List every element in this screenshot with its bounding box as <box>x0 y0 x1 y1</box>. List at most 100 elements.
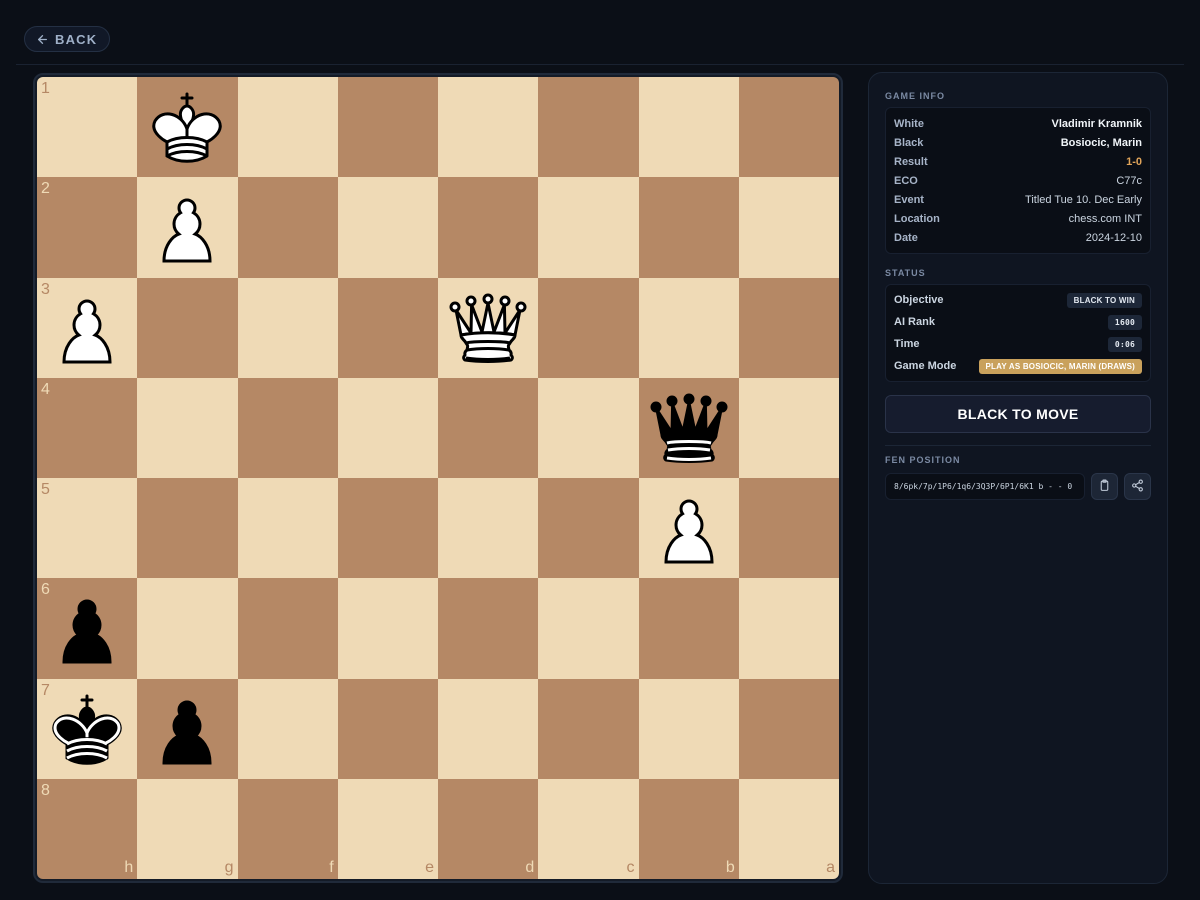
square-b2[interactable] <box>638 177 739 278</box>
fen-title: FEN POSITION <box>885 455 961 465</box>
square-b6[interactable] <box>638 578 739 679</box>
square-g6[interactable] <box>137 578 238 679</box>
fen-field[interactable]: 8/6pk/7p/1P6/1q6/3Q3P/6P1/6K1 b - - 0 <box>885 473 1086 500</box>
square-g7[interactable] <box>137 678 238 779</box>
black-pawn-icon[interactable] <box>142 684 232 774</box>
status-title: STATUS <box>885 268 926 278</box>
square-d3[interactable] <box>438 277 539 378</box>
square-c8[interactable]: c <box>538 778 639 879</box>
square-d1[interactable] <box>438 77 539 178</box>
square-e5[interactable] <box>337 478 438 579</box>
white-queen-icon[interactable] <box>443 283 533 373</box>
square-a2[interactable] <box>738 177 839 278</box>
rank-label: 7 <box>41 681 50 699</box>
white-pawn-icon[interactable] <box>644 483 734 573</box>
copy-fen-button[interactable] <box>1091 473 1119 500</box>
square-f5[interactable] <box>237 478 338 579</box>
square-f4[interactable] <box>237 377 338 478</box>
game-mode-label: Game Mode <box>894 360 957 372</box>
square-g3[interactable] <box>137 277 238 378</box>
square-a3[interactable] <box>738 277 839 378</box>
square-g5[interactable] <box>137 478 238 579</box>
square-a5[interactable] <box>738 478 839 579</box>
back-button[interactable]: BACK <box>24 26 111 52</box>
square-d8[interactable]: d <box>438 778 539 879</box>
white-pawn-icon[interactable] <box>142 182 232 272</box>
square-b7[interactable] <box>638 678 739 779</box>
square-c7[interactable] <box>538 678 639 779</box>
square-f6[interactable] <box>237 578 338 679</box>
square-h4[interactable]: 4 <box>37 377 138 478</box>
black-king-icon[interactable] <box>42 684 132 774</box>
square-g4[interactable] <box>137 377 238 478</box>
square-f1[interactable] <box>237 77 338 178</box>
square-d4[interactable] <box>438 377 539 478</box>
turn-indicator-button[interactable]: BLACK TO MOVE <box>885 395 1151 433</box>
square-f2[interactable] <box>237 177 338 278</box>
square-a1[interactable] <box>738 77 839 178</box>
square-b4[interactable] <box>638 377 739 478</box>
square-e2[interactable] <box>337 177 438 278</box>
info-label: Event <box>894 193 924 206</box>
info-value: Titled Tue 10. Dec Early <box>1025 193 1142 206</box>
white-king-icon[interactable] <box>142 82 232 172</box>
square-c3[interactable] <box>538 277 639 378</box>
info-label: Black <box>894 136 924 149</box>
square-a4[interactable] <box>738 377 839 478</box>
square-d6[interactable] <box>438 578 539 679</box>
square-c6[interactable] <box>538 578 639 679</box>
square-c4[interactable] <box>538 377 639 478</box>
objective-label: Objective <box>894 294 944 306</box>
square-g2[interactable] <box>137 177 238 278</box>
square-c5[interactable] <box>538 478 639 579</box>
white-pawn-icon[interactable] <box>42 283 132 373</box>
square-h8[interactable]: 8h <box>37 778 138 879</box>
square-g1[interactable] <box>137 77 238 178</box>
black-queen-icon[interactable] <box>644 383 734 473</box>
status-row-game-mode: Game Mode PLAY AS BOSIOCIC, MARIN (DRAWS… <box>894 355 1142 377</box>
square-h5[interactable]: 5 <box>37 478 138 579</box>
info-value: C77c <box>1116 174 1142 187</box>
square-b3[interactable] <box>638 277 739 378</box>
info-label: ECO <box>894 174 918 187</box>
square-f8[interactable]: f <box>237 778 338 879</box>
time-badge: 0:06 <box>1107 336 1142 352</box>
square-f3[interactable] <box>237 277 338 378</box>
square-h2[interactable]: 2 <box>37 177 138 278</box>
panel-divider <box>885 445 1151 446</box>
share-button[interactable] <box>1124 473 1151 500</box>
square-c2[interactable] <box>538 177 639 278</box>
square-d2[interactable] <box>438 177 539 278</box>
square-g8[interactable]: g <box>137 778 238 879</box>
square-e8[interactable]: e <box>337 778 438 879</box>
chess-board[interactable]: 123 4 56 7 8hgf ed cba <box>37 77 839 879</box>
rank-label: 4 <box>41 380 50 398</box>
info-row-eco: ECO C77c <box>894 171 1142 190</box>
square-b8[interactable]: b <box>638 778 739 879</box>
square-d7[interactable] <box>438 678 539 779</box>
square-b1[interactable] <box>638 77 739 178</box>
game-info-card: White Vladimir Kramnik Black Bosiocic, Mari… <box>885 107 1151 254</box>
square-h3[interactable]: 3 <box>37 277 138 378</box>
game-info-title: GAME INFO <box>885 91 945 101</box>
square-h1[interactable]: 1 <box>37 77 138 178</box>
square-h6[interactable]: 6 <box>37 578 138 679</box>
rank-label: 8 <box>41 781 50 799</box>
square-a8[interactable]: a <box>738 778 839 879</box>
square-e1[interactable] <box>337 77 438 178</box>
square-f7[interactable] <box>237 678 338 779</box>
square-e7[interactable] <box>337 678 438 779</box>
square-h7[interactable]: 7 <box>37 678 138 779</box>
square-c1[interactable] <box>538 77 639 178</box>
square-e6[interactable] <box>337 578 438 679</box>
square-d5[interactable] <box>438 478 539 579</box>
file-label: c <box>626 859 635 876</box>
square-e3[interactable] <box>337 277 438 378</box>
square-e4[interactable] <box>337 377 438 478</box>
square-a7[interactable] <box>738 678 839 779</box>
file-label: e <box>425 859 434 876</box>
black-pawn-icon[interactable] <box>42 583 132 673</box>
square-b5[interactable] <box>638 478 739 579</box>
arrow-left-icon <box>36 33 49 46</box>
square-a6[interactable] <box>738 578 839 679</box>
